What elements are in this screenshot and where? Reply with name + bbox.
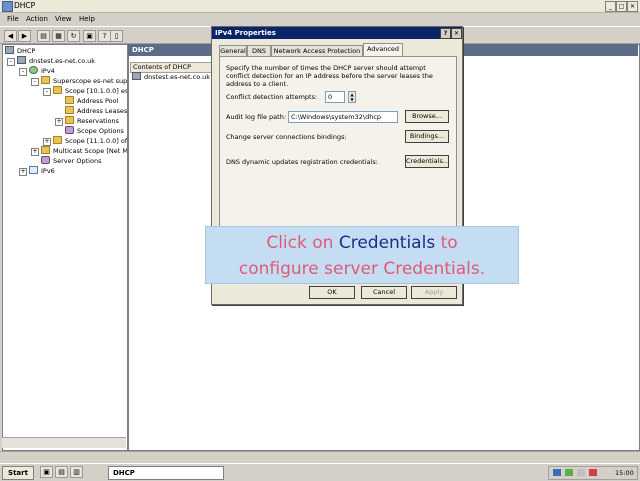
clock[interactable]: 15:00	[615, 469, 634, 477]
status-bar	[0, 451, 640, 463]
security-icon[interactable]	[565, 469, 573, 476]
audit-log-label: Audit log file path:	[226, 113, 287, 121]
start-button[interactable]: Start	[2, 466, 34, 480]
server-manager-icon[interactable]: ▣	[40, 466, 53, 478]
menu-bar: File Action View Help	[0, 13, 640, 24]
tree-node-server[interactable]: dnstest.es-net.co.uk	[17, 56, 95, 65]
menu-file[interactable]: File	[7, 15, 19, 23]
dialog-titlebar: IPv4 Properties ? ✕	[212, 27, 462, 39]
folder-icon	[41, 146, 50, 154]
ipv6-icon	[29, 166, 38, 174]
expand-icon[interactable]: +	[43, 138, 51, 146]
server-icon[interactable]: ▯	[110, 30, 123, 42]
system-tray: 15:00	[548, 466, 638, 480]
export-list-icon[interactable]: ▦	[52, 30, 65, 42]
folder-icon	[41, 76, 50, 84]
expand-icon[interactable]: +	[55, 118, 63, 126]
collapse-icon[interactable]: -	[7, 58, 15, 66]
tree-node-address-leases[interactable]: Address Leases	[65, 106, 127, 115]
refresh-icon[interactable]: ↻	[67, 30, 80, 42]
taskbar: Start ▣ ▤ ▥ DHCP 15:00	[0, 463, 640, 481]
tree-node-ipv6[interactable]: IPv6	[29, 166, 55, 175]
conflict-attempts-spinner[interactable]: ▲ ▼	[348, 91, 356, 103]
expand-icon[interactable]: +	[31, 148, 39, 156]
callout-line-2: configure server Credentials.	[238, 259, 486, 279]
taskbar-item-dhcp[interactable]: DHCP	[108, 466, 224, 480]
folder-icon	[53, 136, 62, 144]
help-icon[interactable]: ?	[440, 28, 451, 39]
conflict-attempts-label: Conflict detection attempts:	[226, 93, 318, 101]
dialog-title: IPv4 Properties	[215, 29, 276, 37]
console-tree: DHCP - dnstest.es-net.co.uk - IPv4 - Sup…	[2, 44, 128, 451]
powershell-icon[interactable]: ▤	[55, 466, 68, 478]
tree-node-multicast[interactable]: Multicast Scope [Net Me	[41, 146, 127, 155]
menu-help[interactable]: Help	[79, 15, 95, 23]
window-title: DHCP	[14, 1, 36, 10]
tree-node-superscope[interactable]: Superscope es-net supe	[41, 76, 127, 85]
folder-icon	[65, 116, 74, 124]
tree-node-server-options[interactable]: Server Options	[41, 156, 101, 165]
folder-icon	[65, 96, 74, 104]
network-icon[interactable]	[553, 469, 561, 476]
tree-node-ipv4[interactable]: IPv4	[29, 66, 55, 75]
menu-action[interactable]: Action	[26, 15, 48, 23]
menu-view[interactable]: View	[55, 15, 72, 23]
window-titlebar: DHCP _ □ ✕	[0, 0, 640, 13]
server-icon	[132, 72, 141, 80]
credentials-label: DNS dynamic updates registration credent…	[226, 158, 378, 166]
audit-log-path-input[interactable]: C:\Windows\system32\dhcp	[288, 111, 398, 123]
options-icon	[41, 156, 50, 164]
forward-arrow-icon[interactable]: ▶	[18, 30, 31, 42]
dhcp-icon	[5, 46, 14, 54]
properties-icon[interactable]: ▣	[83, 30, 96, 42]
close-icon[interactable]: ✕	[451, 28, 462, 39]
apply-button[interactable]: Apply	[411, 286, 457, 299]
collapse-icon[interactable]: -	[31, 78, 39, 86]
tree-node-dhcp[interactable]: DHCP	[5, 46, 35, 55]
tree-node-reservations[interactable]: Reservations	[65, 116, 119, 125]
folder-icon	[53, 86, 62, 94]
cancel-button[interactable]: Cancel	[361, 286, 407, 299]
tree-node-scope-options[interactable]: Scope Options	[65, 126, 124, 135]
back-arrow-icon[interactable]: ◀	[4, 30, 17, 42]
maximize-icon[interactable]: □	[616, 1, 627, 12]
conflict-attempts-input[interactable]: 0	[325, 91, 345, 103]
minimize-icon[interactable]: _	[605, 1, 616, 12]
folder-icon	[65, 106, 74, 114]
browse-button[interactable]: Browse...	[405, 110, 449, 123]
volume-icon[interactable]	[577, 469, 585, 476]
dhcp-app-icon	[2, 1, 13, 12]
ipv4-icon	[29, 66, 38, 74]
options-icon	[65, 126, 74, 134]
close-icon[interactable]: ✕	[627, 1, 638, 12]
server-icon	[17, 56, 26, 64]
bindings-button[interactable]: Bindings...	[405, 130, 449, 143]
show-hide-tree-icon[interactable]: ▤	[37, 30, 50, 42]
callout-line-1: Click on Credentials to	[266, 233, 458, 253]
tutorial-callout: Click on Credentials to configure server…	[205, 226, 519, 284]
tree-node-scope-11[interactable]: Scope [11.1.0.0] of	[53, 136, 127, 145]
details-item-server[interactable]: dnstest.es-net.co.uk	[132, 72, 210, 81]
conflict-description: Specify the number of times the DHCP ser…	[226, 64, 433, 88]
explorer-icon[interactable]: ▥	[70, 466, 83, 478]
tab-advanced[interactable]: Advanced	[363, 43, 403, 57]
bindings-label: Change server connections bindings:	[226, 133, 347, 141]
collapse-icon[interactable]: -	[19, 68, 27, 76]
tree-horizontal-scrollbar[interactable]	[2, 437, 126, 448]
collapse-icon[interactable]: -	[43, 88, 51, 96]
expand-icon[interactable]: +	[19, 168, 27, 176]
tree-node-address-pool[interactable]: Address Pool	[65, 96, 118, 105]
action-center-icon[interactable]	[589, 469, 597, 476]
tree-node-scope-10[interactable]: Scope [10.1.0.0] es	[53, 86, 127, 95]
ok-button[interactable]: OK	[309, 286, 355, 299]
credentials-button[interactable]: Credentials...	[405, 155, 449, 168]
